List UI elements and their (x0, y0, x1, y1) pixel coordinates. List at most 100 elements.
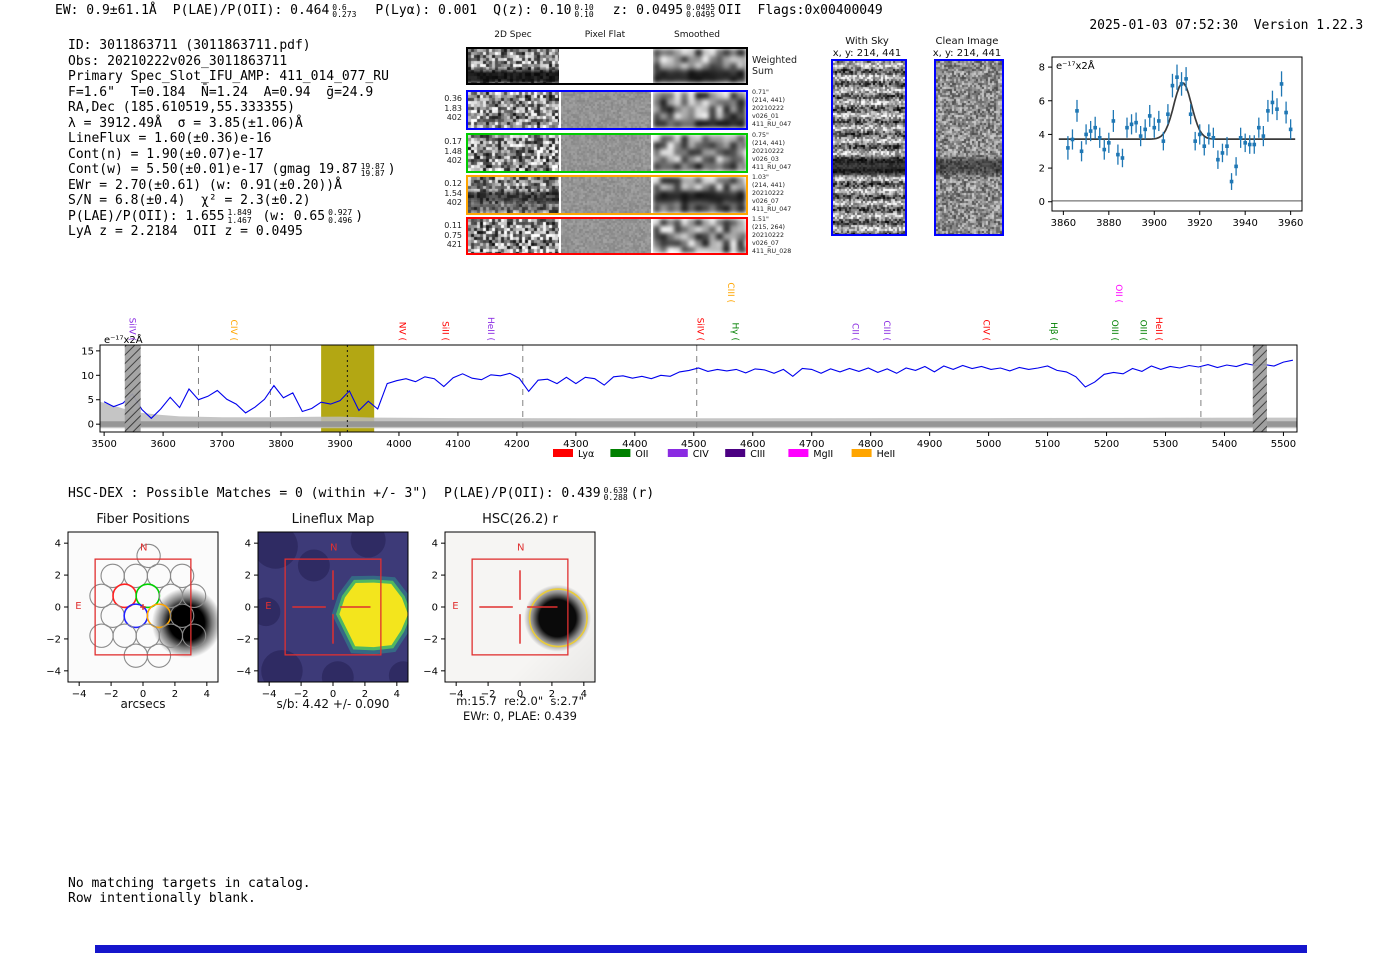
legend-label: CIII (750, 449, 765, 460)
stacked-fraction: 0.10 0.10 (574, 4, 593, 19)
cutout-col-header: 2D Spec (468, 30, 558, 40)
info-line: Obs: 20210222v026_3011863711 (68, 54, 396, 70)
svg-text:e⁻¹⁷x2Å: e⁻¹⁷x2Å (1056, 59, 1095, 72)
svg-text:4: 4 (1039, 130, 1045, 141)
svg-text:−4: −4 (46, 666, 61, 677)
compass-east-label: E (452, 601, 458, 612)
text-segment: P(Lyα): 0.001 (375, 3, 477, 18)
cutout-image (561, 177, 651, 213)
text-segment: ID: 3011863711 (3011863711.pdf) (68, 38, 311, 53)
svg-text:2: 2 (432, 571, 438, 582)
text-segment: Q(z): 0.10 0.10 0.10 (493, 3, 597, 19)
emission-line-label: OII ( (1113, 284, 1123, 303)
report-timestamp: 2025-01-03 07:52:30 (1089, 18, 1238, 33)
text-segment: Cont(n) = 1.90(±0.07)e-17 (68, 147, 264, 162)
cutout-image-cell (653, 135, 746, 171)
cutout-image-cell (561, 92, 651, 128)
blank-row-text: Row intentionally blank. (68, 891, 256, 906)
stacked-fraction: 1.849 1.467 (228, 209, 252, 224)
elixer-report-page: EW: 0.9±61.1Å P(LAE)/P(OII): 0.464 0.6 0.27… (0, 0, 1400, 953)
svg-text:4200: 4200 (504, 439, 529, 450)
text-segment: LineFlux = 1.60(±0.36)e-16 (68, 131, 272, 146)
svg-text:6: 6 (1039, 96, 1045, 107)
text-segment: LyA z = 2.2184 OII z = 0.0495 (68, 224, 303, 239)
cutout-fiber-info: 0.75" (214, 441) 20210222 v026_03 411_RU_047 (752, 132, 791, 172)
svg-text:4: 4 (432, 539, 438, 550)
cutout-row-fiber-1 (466, 90, 748, 130)
emission-line-label: HeII ( (1153, 317, 1163, 341)
compass-north-label: N (517, 542, 524, 553)
text-segment: 19.87 19.87 (358, 162, 388, 177)
text-segment: 0.927 0.496 (325, 209, 355, 224)
cutout-image (653, 49, 746, 83)
svg-text:3940: 3940 (1232, 218, 1257, 229)
cutout-col-header: Smoothed (652, 30, 742, 40)
legend-label: CIV (693, 449, 709, 460)
emission-line-label: CIII ( (725, 282, 735, 303)
compass-north-label: N (330, 542, 337, 553)
svg-text:−2: −2 (236, 634, 251, 645)
stacked-fraction: 0.0495 0.0495 (686, 4, 715, 19)
text-segment: Flags:0x00400049 (758, 3, 883, 18)
cutout-image-cell (468, 49, 559, 83)
cutout-image (468, 92, 559, 128)
cutout-row-fiber-4 (466, 217, 748, 255)
svg-text:3900: 3900 (1142, 218, 1167, 229)
sky-cutout-canvas (833, 61, 905, 234)
cutout-image-cell (653, 49, 746, 83)
svg-text:3960: 3960 (1278, 218, 1303, 229)
text-segment: λ = 3912.49Å σ = 3.85(±1.06)Å (68, 116, 303, 131)
svg-text:0: 0 (88, 420, 94, 431)
emission-line-label: CII ( (849, 323, 859, 341)
text-segment: EW: 0.9±61.1Å (55, 3, 157, 18)
svg-text:5000: 5000 (976, 439, 1001, 450)
cutout-fiber-weights: 0.17 1.48 402 (436, 137, 462, 166)
svg-text:3700: 3700 (209, 439, 234, 450)
emission-line-label: OIII ( (1109, 320, 1119, 341)
svg-text:0: 0 (432, 603, 438, 614)
section-divider (95, 945, 1307, 953)
svg-text:−2: −2 (46, 634, 61, 645)
svg-text:2: 2 (1039, 164, 1045, 175)
cutout-image (653, 177, 746, 213)
text-segment: (w: 0.65 (255, 209, 325, 224)
cutout-image (468, 219, 559, 253)
info-line: F=1.6" T=0.184 N̄=1.24 A=0.94 ḡ=24.9 (68, 85, 396, 101)
cutout-image-cell (653, 177, 746, 213)
cutout-fiber-info: 0.71" (214, 441) 20210222 v026_01 411_RU_047 (752, 89, 791, 129)
no-match-text: No matching targets in catalog. (68, 876, 311, 891)
info-line: Primary Spec_Slot_IFU_AMP: 411_014_077_R… (68, 69, 396, 85)
cutout-image-cell (653, 92, 746, 128)
cutout-image-cell (561, 177, 651, 213)
cutout-fiber-info: Weighted Sum (752, 55, 797, 77)
svg-text:10: 10 (81, 371, 94, 382)
emission-line-label: Hβ ( (1048, 322, 1058, 341)
svg-text:4: 4 (55, 539, 61, 550)
cutout-fiber-weights: 0.36 1.83 402 (436, 94, 462, 123)
svg-text:0: 0 (1039, 197, 1045, 208)
svg-text:4100: 4100 (445, 439, 470, 450)
svg-text:5500: 5500 (1271, 439, 1296, 450)
svg-text:3860: 3860 (1051, 218, 1076, 229)
emission-line-label: SiIV ( (126, 318, 136, 341)
svg-text:5300: 5300 (1153, 439, 1178, 450)
emission-line-label: Hγ ( (730, 323, 740, 341)
stacked-fraction: 0.639 0.288 (604, 487, 628, 502)
svg-text:2: 2 (55, 571, 61, 582)
detection-info-block: ID: 3011863711 (3011863711.pdf) Obs: 2021… (68, 38, 396, 240)
cutout-image-cell (468, 92, 559, 128)
svg-text:3920: 3920 (1187, 218, 1212, 229)
cutout-image-cell (468, 219, 559, 253)
cutout-row-fiber-3 (466, 175, 748, 215)
svg-text:−4: −4 (423, 666, 438, 677)
info-line: LineFlux = 1.60(±0.36)e-16 (68, 131, 396, 147)
svg-text:0: 0 (55, 603, 61, 614)
cutout-row-weighted-sum (466, 47, 748, 85)
emission-line-label: SiII ( (440, 321, 450, 341)
emission-line-label: SiIV ( (694, 318, 704, 341)
text-segment: S/N = 6.8(±0.4) χ² = 2.3(±0.2) (68, 193, 311, 208)
info-line: EWr = 2.70(±0.61) (w: 0.91(±0.20))Å (68, 178, 396, 194)
cutout-image (468, 177, 559, 213)
cutout-fiber-info: 1.03" (214, 441) 20210222 v026_07 411_RU_047 (752, 174, 791, 214)
cutout-fiber-weights: 0.12 1.54 402 (436, 179, 462, 208)
